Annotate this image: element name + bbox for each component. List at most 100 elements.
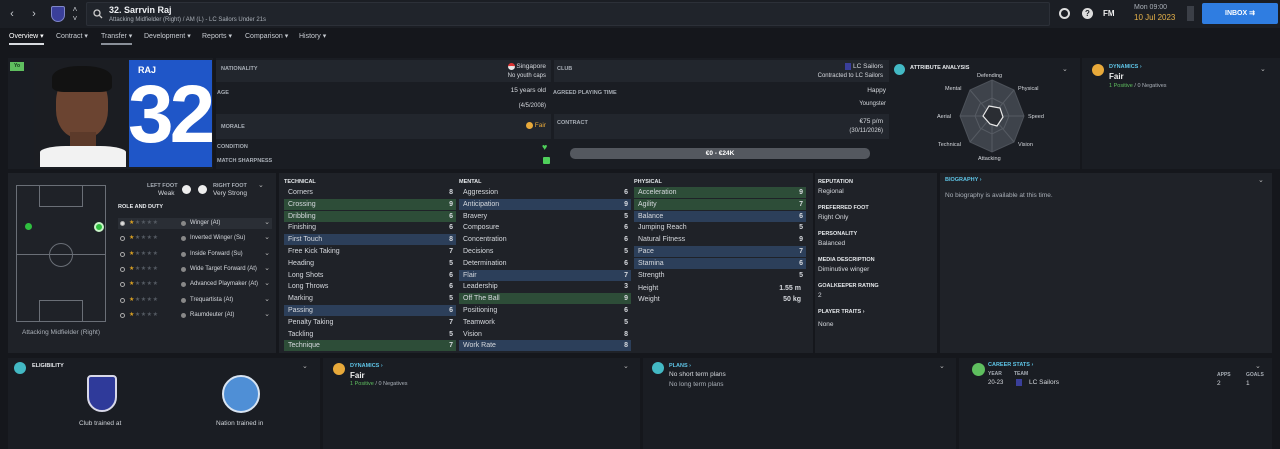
attribute-row[interactable]: First Touch 8 — [284, 234, 456, 246]
tab-contract[interactable]: Contract ▾ — [56, 32, 88, 40]
role-radio-icon[interactable] — [120, 221, 125, 226]
pitch[interactable] — [16, 185, 106, 322]
role-row[interactable]: ★★★★★ Trequartista (At) ⌄ — [118, 295, 272, 306]
role-radio-icon[interactable] — [120, 236, 125, 242]
attribute-row[interactable]: Concentration 6 — [459, 234, 631, 245]
chevron-down-icon[interactable]: ⌄ — [623, 362, 629, 370]
chevron-down-icon[interactable]: ⌄ — [264, 217, 270, 228]
role-row[interactable]: ★★★★★ Inverted Winger (Su) ⌄ — [118, 233, 272, 244]
tab-transfer[interactable]: Transfer ▾ — [101, 32, 133, 45]
role-radio-icon[interactable] — [120, 312, 125, 318]
attribute-row[interactable]: Teamwork 5 — [459, 317, 631, 328]
forward-arrow-icon[interactable]: › — [26, 6, 42, 22]
value-bar[interactable]: €0 - €24K — [570, 148, 870, 159]
dynamics-title-link[interactable]: DYNAMICS › — [1109, 64, 1142, 70]
club-value[interactable]: LC Sailors — [845, 63, 883, 70]
back-arrow-icon[interactable]: ‹ — [4, 6, 20, 22]
chevron-down-icon[interactable]: ⌄ — [1260, 65, 1266, 73]
tab-reports[interactable]: Reports ▾ — [202, 32, 232, 40]
role-radio-icon[interactable] — [120, 266, 125, 272]
info-icon[interactable] — [181, 236, 186, 242]
role-radio-icon[interactable] — [120, 297, 125, 303]
chevron-down-icon[interactable]: ⌄ — [1258, 176, 1264, 184]
role-row[interactable]: ★★★★★ Raumdeuter (At) ⌄ — [118, 310, 272, 321]
role-radio-icon[interactable] — [120, 251, 125, 257]
chevron-down-icon[interactable]: ⌄ — [939, 362, 945, 370]
attribute-row[interactable]: Stamina 6 — [634, 257, 806, 269]
attribute-row[interactable]: Anticipation 9 — [459, 198, 631, 210]
career-team[interactable]: LC Sailors — [1029, 379, 1059, 386]
role-row[interactable]: ★★★★★ Wide Target Forward (At) ⌄ — [118, 264, 272, 275]
date-display[interactable]: 10 Jul 2023 — [1134, 13, 1175, 22]
chevron-down-icon[interactable]: ˅ — [67, 11, 83, 27]
attribute-row[interactable]: Balance 6 — [634, 210, 806, 222]
attribute-row[interactable]: Vision 8 — [459, 329, 631, 340]
chevron-down-icon[interactable]: ⌄ — [302, 362, 308, 370]
chevron-down-icon[interactable]: ⌄ — [264, 278, 270, 289]
attribute-row[interactable]: Crossing 9 — [284, 198, 456, 210]
info-icon[interactable] — [181, 312, 186, 318]
attribute-row[interactable]: Jumping Reach 5 — [634, 222, 806, 233]
role-row[interactable]: ★★★★★ Inside Forward (Su) ⌄ — [118, 249, 272, 260]
attribute-row[interactable]: Determination 6 — [459, 258, 631, 269]
role-row[interactable]: ★★★★★ Advanced Playmaker (At) ⌄ — [118, 279, 272, 290]
chevron-down-icon[interactable]: ⌄ — [1062, 65, 1068, 73]
chevron-down-icon[interactable]: ⌄ — [264, 294, 270, 305]
attribute-row[interactable]: Heading 5 — [284, 258, 456, 269]
fm-menu-button[interactable]: FM — [1103, 9, 1115, 18]
attribute-row[interactable]: Free Kick Taking 7 — [284, 246, 456, 257]
attribute-row[interactable]: Work Rate 8 — [459, 340, 631, 352]
tab-comparison[interactable]: Comparison ▾ — [245, 32, 288, 40]
settings-icon[interactable] — [1059, 8, 1070, 19]
info-icon[interactable] — [181, 221, 186, 226]
chevron-down-icon[interactable]: ⌄ — [258, 181, 264, 189]
attribute-row[interactable]: Agility 7 — [634, 198, 806, 210]
attribute-row[interactable]: Pace 7 — [634, 246, 806, 257]
inbox-button[interactable]: INBOX ⇉ — [1202, 3, 1278, 24]
attribute-row[interactable]: Natural Fitness 9 — [634, 234, 806, 245]
attribute-row[interactable]: Finishing 6 — [284, 222, 456, 233]
tab-development[interactable]: Development ▾ — [144, 32, 191, 40]
notification-icon[interactable] — [1187, 6, 1194, 21]
attribute-row[interactable]: Dribbling 6 — [284, 210, 456, 222]
attribute-row[interactable]: Long Throws 6 — [284, 281, 456, 292]
chevron-down-icon[interactable]: ⌄ — [264, 232, 270, 243]
tab-overview[interactable]: Overview ▾ — [9, 32, 44, 45]
attribute-row[interactable]: Flair 7 — [459, 269, 631, 281]
info-icon[interactable] — [181, 297, 186, 303]
biography-link[interactable]: BIOGRAPHY › — [945, 177, 982, 183]
attribute-row[interactable]: Decisions 5 — [459, 246, 631, 257]
attribute-row[interactable]: Positioning 6 — [459, 305, 631, 316]
info-icon[interactable] — [181, 266, 186, 272]
help-icon[interactable]: ? — [1082, 8, 1093, 19]
player-traits-link[interactable]: PLAYER TRAITS › — [818, 309, 865, 315]
tab-history[interactable]: History ▾ — [299, 32, 326, 40]
attribute-row[interactable]: Penalty Taking 7 — [284, 317, 456, 328]
info-icon[interactable] — [181, 251, 186, 257]
attribute-row[interactable]: Composure 6 — [459, 222, 631, 233]
role-row[interactable]: ★★★★★ Winger (At) ⌄ — [118, 218, 272, 229]
info-icon[interactable] — [181, 282, 186, 288]
attribute-row[interactable]: Passing 6 — [284, 305, 456, 316]
attribute-row[interactable]: Marking 5 — [284, 293, 456, 304]
attribute-row[interactable]: Leadership 3 — [459, 281, 631, 292]
chevron-down-icon[interactable]: ⌄ — [264, 248, 270, 259]
club-crest-icon[interactable] — [51, 6, 65, 22]
attribute-row[interactable]: Corners 8 — [284, 187, 456, 198]
attribute-row[interactable]: Off The Ball 9 — [459, 293, 631, 305]
role-radio-icon[interactable] — [120, 282, 125, 288]
attribute-row[interactable]: Acceleration 9 — [634, 187, 806, 198]
chevron-down-icon[interactable]: ⌄ — [264, 263, 270, 274]
plans-link[interactable]: PLANS › — [669, 363, 691, 369]
chevron-down-icon[interactable]: ⌄ — [264, 309, 270, 320]
career-stats-link[interactable]: CAREER STATS › — [988, 362, 1033, 368]
chevron-down-icon[interactable]: ⌄ — [1255, 362, 1261, 370]
nationality-value[interactable]: Singapore — [507, 63, 546, 70]
attribute-row[interactable]: Long Shots 6 — [284, 270, 456, 281]
attribute-row[interactable]: Strength 5 — [634, 270, 806, 281]
search-title-box[interactable]: 32. Sarrvin Raj Attacking Midfielder (Ri… — [86, 2, 1050, 26]
dynamics-title-link[interactable]: DYNAMICS › — [350, 363, 383, 369]
attribute-row[interactable]: Aggression 6 — [459, 187, 631, 198]
attribute-row[interactable]: Tackling 5 — [284, 329, 456, 340]
attribute-row[interactable]: Technique 7 — [284, 340, 456, 352]
